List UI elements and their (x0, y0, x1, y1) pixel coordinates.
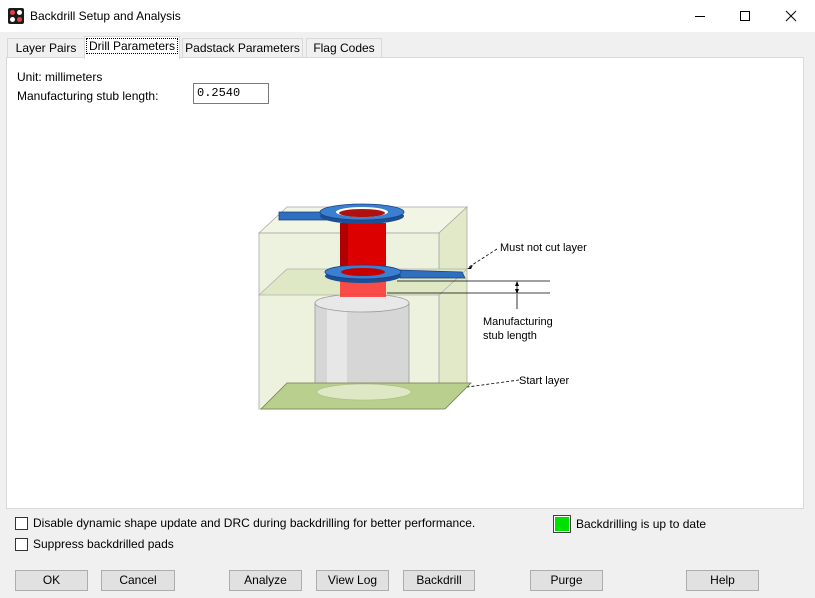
must-not-cut-label: Must not cut layer (500, 242, 587, 254)
tab-flag-codes[interactable]: Flag Codes (306, 38, 382, 58)
unit-label: Unit: millimeters (17, 70, 103, 84)
status-text: Backdrilling is up to date (576, 517, 707, 531)
analyze-button[interactable]: Analyze (229, 570, 302, 591)
status-indicator (553, 515, 571, 533)
minimize-icon (695, 16, 705, 17)
drill-parameters-panel: Unit: millimeters Manufacturing stub len… (6, 57, 804, 509)
drill-exit-hole (316, 383, 412, 401)
disable-dynamic-option[interactable]: Disable dynamic shape update and DRC dur… (15, 516, 475, 530)
tab-drill-parameters[interactable]: Drill Parameters (84, 36, 180, 59)
purge-button[interactable]: Purge (530, 570, 603, 591)
tab-drill-parameters-label: Drill Parameters (85, 38, 178, 54)
stub-length-label: Manufacturing stub length: (17, 89, 159, 103)
maximize-icon (740, 11, 750, 21)
tab-padstack-parameters[interactable]: Padstack Parameters (182, 38, 303, 58)
tab-strip: Layer Pairs Drill Parameters Padstack Pa… (0, 36, 815, 59)
suppress-pads-checkbox[interactable] (15, 537, 28, 551)
backdrill-button[interactable]: Backdrill (403, 570, 475, 591)
bottom-start-layer (267, 413, 473, 418)
stub-length-label-line2: stub length (483, 330, 537, 342)
maximize-button[interactable] (722, 0, 768, 32)
start-layer-overlay (260, 382, 472, 410)
start-layer-label: Start layer (519, 375, 569, 387)
cancel-button[interactable]: Cancel (101, 570, 175, 591)
help-button[interactable]: Help (686, 570, 759, 591)
title-bar: Backdrill Setup and Analysis (0, 0, 815, 32)
disable-dynamic-label: Disable dynamic shape update and DRC dur… (33, 516, 476, 530)
close-icon (785, 10, 797, 22)
app-icon (8, 8, 24, 24)
stub-length-input[interactable]: 0.2540 (193, 83, 269, 104)
status-color-swatch (555, 517, 569, 531)
plated-barrel (340, 223, 386, 297)
disable-dynamic-checkbox[interactable] (15, 516, 28, 530)
tab-layer-pairs[interactable]: Layer Pairs (7, 38, 85, 58)
close-button[interactable] (768, 0, 814, 32)
suppress-pads-label: Suppress backdrilled pads (33, 537, 174, 551)
suppress-pads-option[interactable]: Suppress backdrilled pads (15, 537, 174, 551)
window-title: Backdrill Setup and Analysis (30, 9, 181, 23)
stub-length-label-line1: Manufacturing (483, 316, 553, 328)
ok-button[interactable]: OK (15, 570, 88, 591)
minimize-button[interactable] (677, 0, 723, 32)
view-log-button[interactable]: View Log (316, 570, 389, 591)
